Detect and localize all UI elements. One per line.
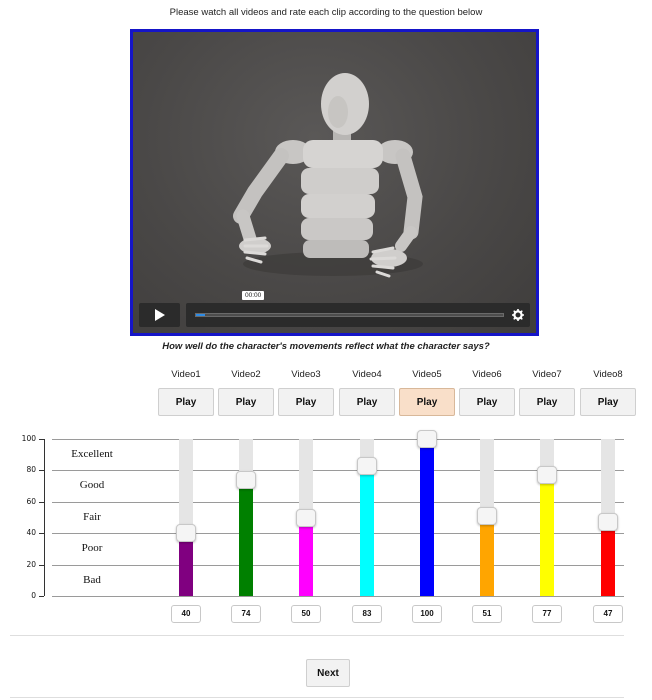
rating-slider-thumb[interactable] (357, 456, 377, 475)
gear-icon[interactable] (512, 309, 524, 321)
y-tick (39, 501, 44, 503)
rating-slider-thumb[interactable] (598, 513, 618, 532)
play-video-button[interactable]: Play (459, 388, 515, 416)
y-tick-label: 20 (26, 559, 36, 569)
y-tick (39, 596, 44, 597)
rating-slider-fill (299, 517, 313, 596)
rating-slider-fill (480, 515, 494, 596)
play-video-button[interactable]: Play (339, 388, 395, 416)
rating-value-box[interactable]: 100 (412, 605, 442, 623)
rating-slider-fill (540, 475, 554, 596)
play-button[interactable] (139, 303, 180, 327)
video-label: Video6 (472, 369, 502, 380)
y-tick-label: 0 (31, 591, 36, 600)
video-label: Video8 (593, 369, 623, 380)
grid-line (52, 596, 624, 597)
video-label: Video7 (532, 369, 562, 380)
play-video-button[interactable]: Play (218, 388, 274, 416)
instruction-text: Please watch all videos and rate each cl… (169, 7, 483, 18)
progress-fill (196, 314, 206, 316)
quality-label: Bad (83, 573, 101, 586)
separator (10, 635, 624, 636)
quality-label: Fair (83, 510, 101, 523)
grid-line (52, 501, 624, 503)
rating-value-box[interactable]: 74 (231, 605, 261, 623)
rating-slider-thumb[interactable] (477, 506, 497, 525)
rating-slider-fill (601, 522, 615, 596)
grid-line (52, 439, 624, 440)
rating-value-box[interactable]: 50 (291, 605, 321, 623)
grid-line (52, 533, 624, 535)
video-label: Video4 (352, 369, 382, 380)
y-tick (39, 533, 44, 535)
y-tick (39, 439, 44, 440)
rating-slider-fill (239, 479, 253, 596)
quality-label: Excellent (71, 448, 113, 460)
rating-slider-thumb[interactable] (417, 430, 437, 448)
y-tick (39, 564, 44, 566)
rating-slider-fill (420, 439, 434, 596)
rating-slider-fill (360, 465, 374, 596)
y-tick-label: 80 (26, 465, 36, 475)
y-tick (39, 470, 44, 472)
control-bar: 00:00 (186, 291, 530, 327)
video-screen[interactable] (133, 32, 536, 333)
rating-slider-thumb[interactable] (296, 508, 316, 527)
quality-label: Good (79, 479, 105, 492)
rating-value-box[interactable]: 77 (532, 605, 562, 623)
play-video-button[interactable]: Play (580, 388, 636, 416)
video-label: Video3 (291, 369, 321, 380)
progress-bar[interactable] (195, 313, 504, 317)
rating-value-box[interactable]: 83 (352, 605, 382, 623)
play-video-button[interactable]: Play (519, 388, 575, 416)
y-tick-label: 40 (26, 528, 36, 538)
rating-slider-thumb[interactable] (537, 466, 557, 485)
time-tooltip: 00:00 (242, 291, 265, 300)
video-player[interactable]: 00:00 (130, 29, 539, 336)
play-video-button[interactable]: Play (399, 388, 455, 416)
character-figure (233, 73, 423, 278)
play-video-button[interactable]: Play (278, 388, 334, 416)
quality-label: Poor (81, 542, 103, 555)
play-video-button[interactable]: Play (158, 388, 214, 416)
video-label: Video1 (171, 369, 201, 380)
separator (10, 697, 624, 698)
video-controls: 00:00 (139, 291, 530, 327)
video-label: Video5 (412, 369, 442, 380)
play-icon (155, 309, 165, 321)
rating-slider-fill (179, 533, 193, 596)
rating-value-box[interactable]: 40 (171, 605, 201, 623)
grid-line (52, 564, 624, 566)
question-text: How well do the character's movements re… (162, 341, 490, 352)
y-axis (44, 439, 45, 596)
next-button[interactable]: Next (306, 659, 350, 687)
rating-value-box[interactable]: 47 (593, 605, 623, 623)
video-label: Video2 (231, 369, 261, 380)
rating-slider-thumb[interactable] (236, 470, 256, 489)
y-tick-label: 100 (21, 434, 36, 443)
rating-value-box[interactable]: 51 (472, 605, 502, 623)
y-tick-label: 60 (26, 496, 36, 506)
rating-slider-thumb[interactable] (176, 524, 196, 543)
